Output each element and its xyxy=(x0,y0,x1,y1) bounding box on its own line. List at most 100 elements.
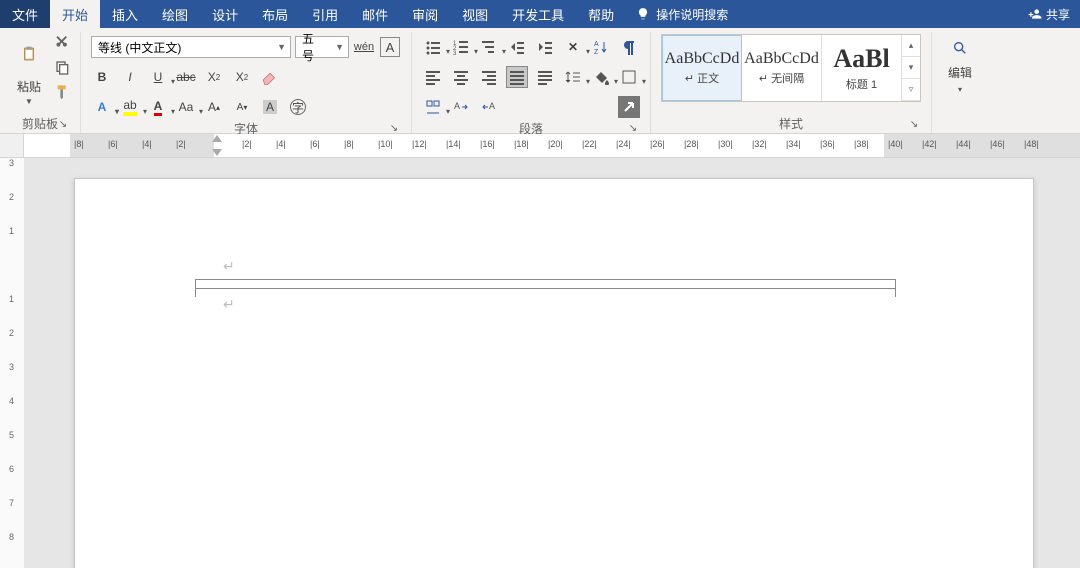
paste-button[interactable] xyxy=(10,32,48,76)
menubar-spacer xyxy=(738,0,1018,28)
style-heading1[interactable]: AaBl 标题 1 xyxy=(822,35,902,101)
menu-help[interactable]: 帮助 xyxy=(576,0,626,28)
menu-developer[interactable]: 开发工具 xyxy=(500,0,576,28)
paragraph-settings-button[interactable] xyxy=(618,96,640,118)
italic-button[interactable]: I xyxy=(119,66,141,88)
phonetic-guide-button[interactable]: wén xyxy=(353,36,375,58)
sort-button[interactable]: AZ xyxy=(590,36,612,58)
menu-insert[interactable]: 插入 xyxy=(100,0,150,28)
tell-me-search[interactable]: 操作说明搜索 xyxy=(626,0,738,28)
menu-draw[interactable]: 绘图 xyxy=(150,0,200,28)
borders-button[interactable]: ▾ xyxy=(618,66,640,88)
font-size-combo[interactable]: 五号 ▼ xyxy=(295,36,349,58)
text-direction-rtl-button[interactable]: A xyxy=(478,96,500,118)
ruler-tick: |34| xyxy=(786,139,801,149)
enclose-char-button[interactable]: 字 xyxy=(287,96,309,118)
paragraph-launcher[interactable]: ↘ xyxy=(626,121,640,135)
line-spacing-icon xyxy=(565,69,581,85)
numbering-button[interactable]: 123▾ xyxy=(450,36,472,58)
align-left-button[interactable] xyxy=(422,66,444,88)
vruler-tick: 3 xyxy=(0,362,23,372)
menu-design[interactable]: 设计 xyxy=(200,0,250,28)
document-page[interactable]: ↵ ↵ xyxy=(74,178,1034,568)
style-preview: AaBbCcDd xyxy=(744,50,819,68)
menu-review[interactable]: 审阅 xyxy=(400,0,450,28)
superscript-button[interactable]: X2 xyxy=(231,66,253,88)
show-marks-button[interactable] xyxy=(618,36,640,58)
cut-button[interactable] xyxy=(55,36,71,52)
vruler-tick: 1 xyxy=(0,294,23,304)
hanging-indent-marker[interactable] xyxy=(212,149,222,156)
subscript-button[interactable]: X2 xyxy=(203,66,225,88)
find-button[interactable] xyxy=(948,36,972,60)
vruler-tick: 5 xyxy=(0,430,23,440)
shading-button[interactable]: ▾ xyxy=(590,66,612,88)
ruler-margin-right xyxy=(884,134,1080,157)
document-scroll-area[interactable]: ↵ ↵ xyxy=(24,158,1080,568)
menu-file[interactable]: 文件 xyxy=(0,0,50,28)
char-shading-button[interactable]: A xyxy=(259,96,281,118)
multilevel-list-button[interactable]: ▾ xyxy=(478,36,500,58)
menu-references[interactable]: 引用 xyxy=(300,0,350,28)
workspace: 32112345678 |8||6||4||2||2||4||6||8||10|… xyxy=(0,134,1080,568)
styles-group-label: 样式 xyxy=(779,115,803,132)
format-painter-button[interactable] xyxy=(55,84,71,100)
snap-grid-button[interactable]: ▾ xyxy=(422,96,444,118)
svg-text:A: A xyxy=(489,101,495,111)
strikethrough-button[interactable]: abc xyxy=(175,66,197,88)
ruler-tick: |6| xyxy=(310,139,320,149)
clipboard-launcher[interactable]: ↘ xyxy=(56,117,70,131)
menu-home[interactable]: 开始 xyxy=(50,0,100,28)
text-effects-button[interactable]: A▾ xyxy=(91,96,113,118)
horizontal-ruler[interactable]: |8||6||4||2||2||4||6||8||10||12||14||16|… xyxy=(24,134,1080,158)
bold-button[interactable]: B xyxy=(91,66,113,88)
menu-view[interactable]: 视图 xyxy=(450,0,500,28)
grow-font-button[interactable]: A▴ xyxy=(203,96,225,118)
first-line-indent-marker[interactable] xyxy=(212,135,222,142)
clear-formatting-button[interactable] xyxy=(259,66,281,88)
styles-scroll-down[interactable]: ▾ xyxy=(902,57,920,79)
align-right-button[interactable] xyxy=(478,66,500,88)
table-row[interactable] xyxy=(195,279,895,289)
copy-button[interactable] xyxy=(55,60,71,76)
style-preview: AaBl xyxy=(833,44,889,74)
styles-scroll-up[interactable]: ▴ xyxy=(902,35,920,57)
menu-layout[interactable]: 布局 xyxy=(250,0,300,28)
group-paragraph: ▾ 123▾ ▾ ✕▾ AZ ▾ ▾ ▾ ▾ A xyxy=(412,32,651,133)
font-name-combo[interactable]: 等线 (中文正文) ▼ xyxy=(91,36,291,58)
menu-mailings[interactable]: 邮件 xyxy=(350,0,400,28)
increase-indent-button[interactable] xyxy=(534,36,556,58)
vruler-tick: 6 xyxy=(0,464,23,474)
clipboard-group-label: 剪贴板 xyxy=(22,115,58,132)
text-direction-ltr-button[interactable]: A xyxy=(450,96,472,118)
style-normal[interactable]: AaBbCcDd ↵ 正文 xyxy=(662,35,742,101)
styles-launcher[interactable]: ↘ xyxy=(907,117,921,131)
font-color-button[interactable]: A▾ xyxy=(147,96,169,118)
line-spacing-button[interactable]: ▾ xyxy=(562,66,584,88)
vruler-tick: 1 xyxy=(0,226,23,236)
font-launcher[interactable]: ↘ xyxy=(387,121,401,135)
align-right-icon xyxy=(481,69,497,85)
align-distribute-button[interactable] xyxy=(534,66,556,88)
paint-bucket-icon xyxy=(593,69,609,85)
highlight-button[interactable]: ab▾ xyxy=(119,96,141,118)
shrink-font-button[interactable]: A▾ xyxy=(231,96,253,118)
styles-expand[interactable]: ▿ xyxy=(902,79,920,101)
style-no-spacing[interactable]: AaBbCcDd ↵ 无间隔 xyxy=(742,35,822,101)
asian-layout-button[interactable]: ✕▾ xyxy=(562,36,584,58)
group-font: 等线 (中文正文) ▼ 五号 ▼ wén A B I U▾ abc X2 X2 xyxy=(81,32,412,133)
align-center-button[interactable] xyxy=(450,66,472,88)
bullets-button[interactable]: ▾ xyxy=(422,36,444,58)
decrease-indent-button[interactable] xyxy=(506,36,528,58)
char-border-button[interactable]: A xyxy=(379,36,401,58)
svg-text:Z: Z xyxy=(594,49,599,55)
change-case-button[interactable]: Aa▾ xyxy=(175,96,197,118)
share-button[interactable]: 共享 xyxy=(1018,0,1080,28)
svg-text:3: 3 xyxy=(453,51,457,55)
ruler-corner xyxy=(0,134,24,158)
styles-gallery[interactable]: AaBbCcDd ↵ 正文 AaBbCcDd ↵ 无间隔 AaBl 标题 1 ▴… xyxy=(661,34,921,102)
ruler-tick: |26| xyxy=(650,139,665,149)
vruler-tick: 2 xyxy=(0,192,23,202)
align-justify-button[interactable] xyxy=(506,66,528,88)
underline-button[interactable]: U▾ xyxy=(147,66,169,88)
